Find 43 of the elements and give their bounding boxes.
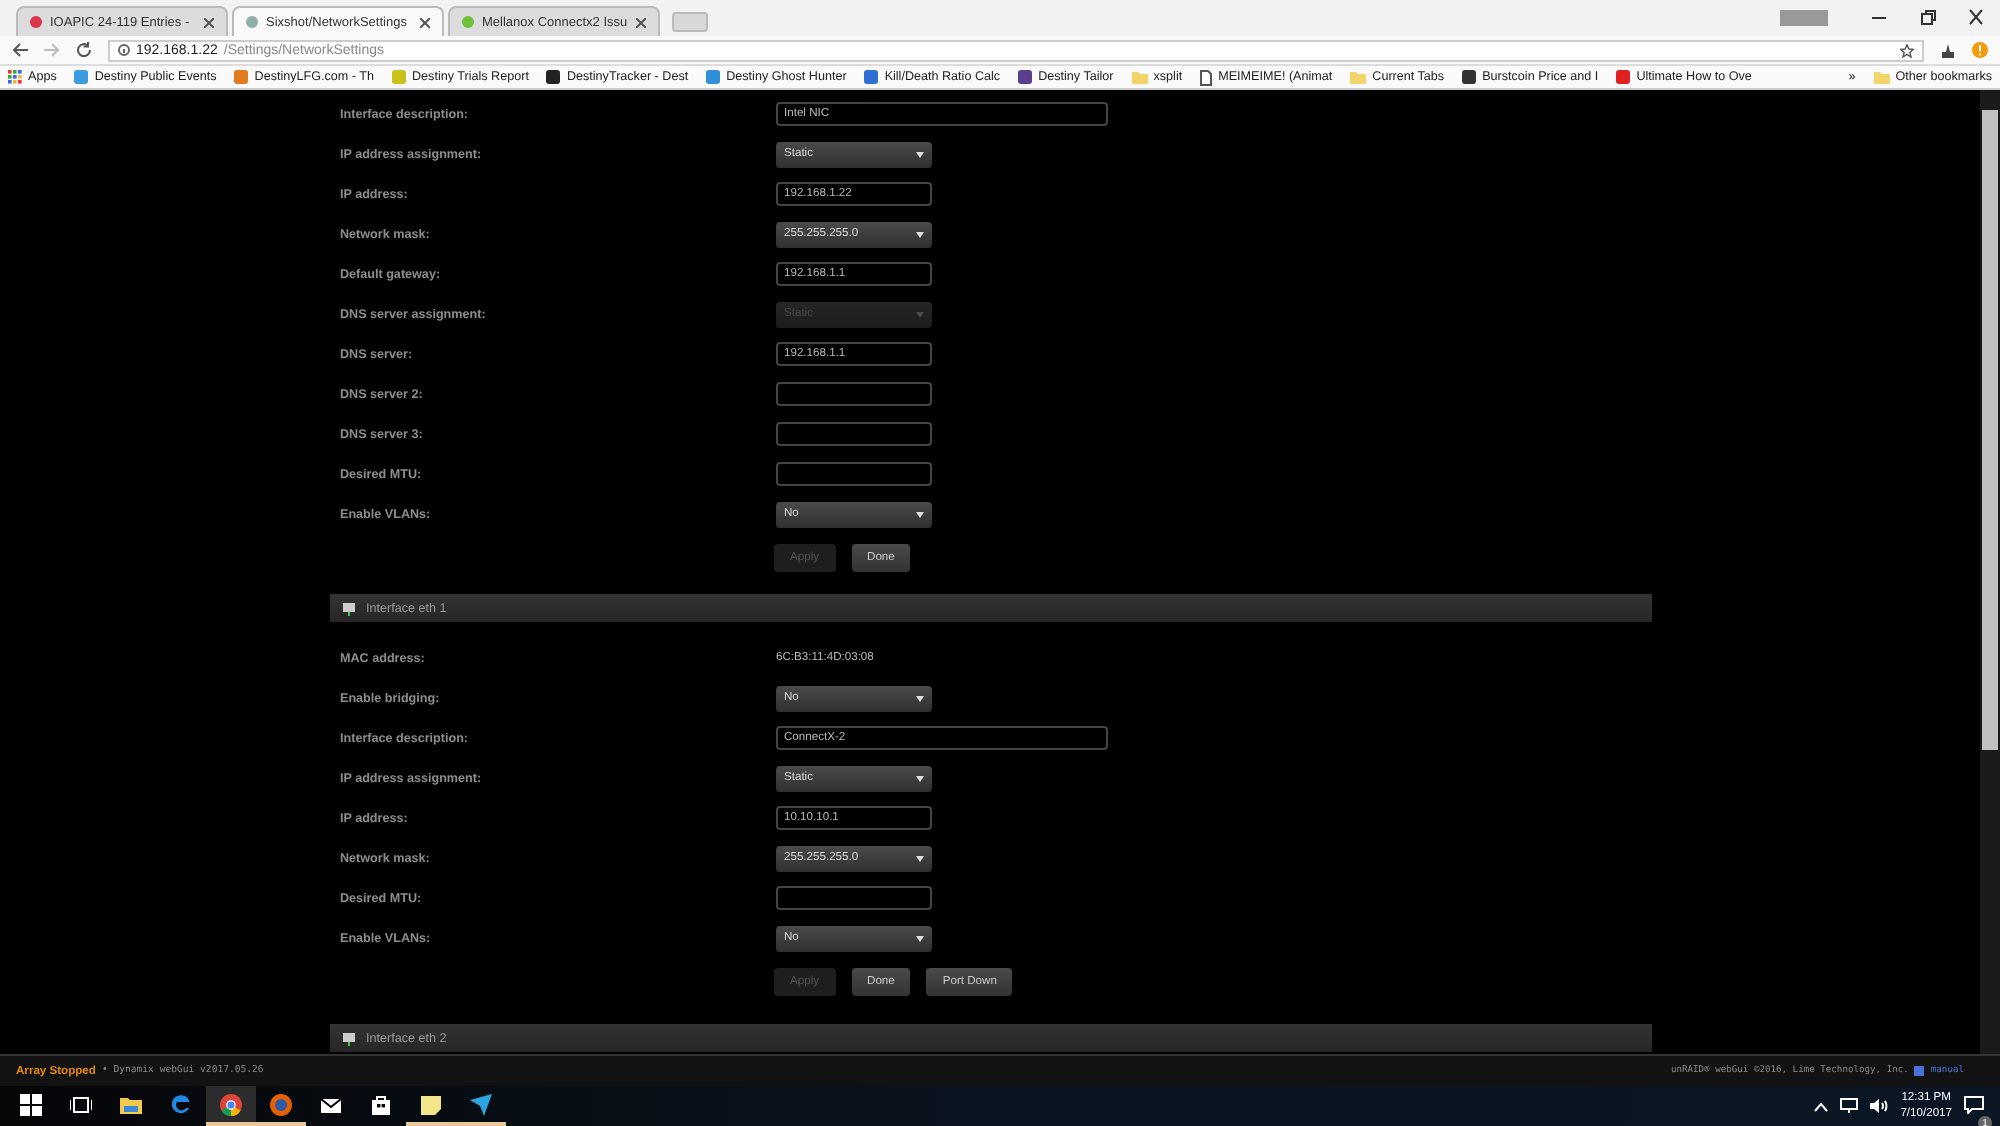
caret-icon bbox=[916, 151, 924, 157]
network-icon[interactable] bbox=[1840, 1098, 1859, 1114]
folder-icon bbox=[1873, 70, 1890, 84]
chrome-browser-icon bbox=[220, 1093, 242, 1115]
text-field[interactable] bbox=[776, 382, 932, 406]
scrollbar[interactable] bbox=[1980, 90, 2000, 1054]
folder-icon bbox=[120, 1093, 142, 1115]
caret-icon bbox=[916, 775, 924, 781]
info-icon bbox=[118, 44, 130, 56]
windows-logo-icon bbox=[20, 1093, 42, 1115]
message-icon bbox=[1964, 1096, 1984, 1114]
speaker-icon[interactable] bbox=[1870, 1098, 1889, 1114]
folder-icon bbox=[1350, 70, 1367, 84]
close-icon[interactable] bbox=[420, 17, 430, 27]
book-icon bbox=[1914, 1066, 1925, 1076]
caret-icon bbox=[916, 935, 924, 941]
extension-icon[interactable] bbox=[1940, 42, 1956, 58]
edge-browser-icon bbox=[170, 1093, 192, 1115]
sticky-note-icon bbox=[420, 1093, 442, 1115]
star-icon[interactable] bbox=[1900, 43, 1914, 57]
mail-icon bbox=[320, 1093, 342, 1115]
text-field[interactable] bbox=[776, 886, 932, 910]
paper-plane-icon bbox=[470, 1093, 492, 1115]
task-view-icon bbox=[70, 1093, 92, 1115]
folder-icon bbox=[1131, 70, 1148, 84]
reload-icon[interactable] bbox=[76, 42, 92, 58]
text-field[interactable] bbox=[776, 462, 932, 486]
network-card-icon bbox=[342, 601, 356, 615]
caret-icon bbox=[916, 511, 924, 517]
caret-icon bbox=[916, 231, 924, 237]
back-arrow-icon[interactable] bbox=[12, 42, 28, 58]
close-icon[interactable] bbox=[204, 17, 214, 27]
caret-icon bbox=[916, 855, 924, 861]
chevron-up-icon[interactable] bbox=[1814, 1101, 1829, 1111]
apps-grid-icon bbox=[8, 70, 22, 84]
caret-icon bbox=[916, 311, 924, 317]
text-field[interactable] bbox=[776, 422, 932, 446]
network-card-icon bbox=[342, 1031, 356, 1045]
firefox-browser-icon bbox=[270, 1093, 292, 1115]
taskbar-app[interactable] bbox=[206, 1086, 256, 1126]
caret-icon bbox=[916, 695, 924, 701]
store-bag-icon bbox=[370, 1093, 392, 1115]
close-icon[interactable] bbox=[636, 17, 646, 27]
